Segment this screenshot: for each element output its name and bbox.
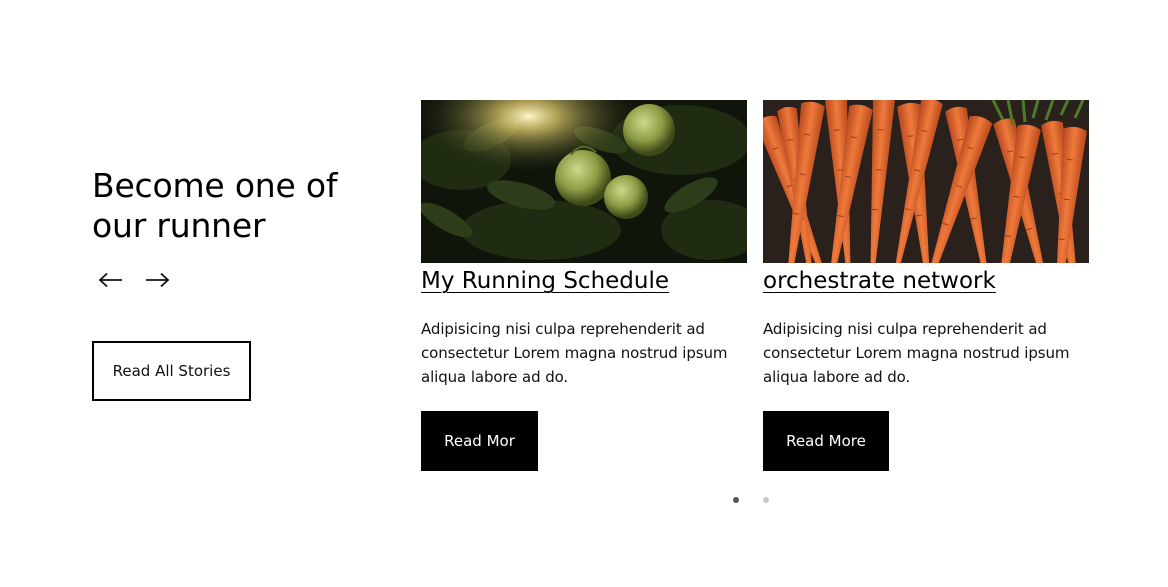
card-excerpt: Adipisicing nisi culpa reprehenderit ad … bbox=[421, 320, 728, 386]
card-image-apples[interactable] bbox=[421, 100, 747, 263]
intro-heading-block: Become one of our runner bbox=[92, 166, 392, 246]
arrow-right-icon bbox=[146, 272, 170, 288]
heading-line-1: Become one of bbox=[92, 166, 338, 205]
pagination-dot-2[interactable] bbox=[763, 497, 769, 503]
read-more-button[interactable]: Read Mor bbox=[421, 411, 538, 471]
card-title[interactable]: My Running Schedule bbox=[421, 265, 747, 297]
card-image-carrots[interactable] bbox=[763, 100, 1089, 263]
next-slide-button[interactable] bbox=[138, 262, 176, 298]
card-excerpt: Adipisicing nisi culpa reprehenderit ad … bbox=[763, 320, 1070, 386]
prev-slide-button[interactable] bbox=[92, 262, 130, 298]
card-title[interactable]: orchestrate network bbox=[763, 265, 1089, 297]
carousel-arrows bbox=[92, 262, 176, 298]
read-all-stories-button[interactable]: Read All Stories bbox=[92, 341, 251, 401]
section-heading: Become one of our runner bbox=[92, 166, 392, 246]
arrow-left-icon bbox=[98, 272, 122, 288]
pagination-dot-1[interactable] bbox=[733, 497, 739, 503]
read-more-button[interactable]: Read More bbox=[763, 411, 889, 471]
heading-line-2: our runner bbox=[92, 206, 266, 245]
story-card: orchestrate network Adipisicing nisi cul… bbox=[763, 100, 1089, 471]
carousel-pagination bbox=[733, 497, 769, 503]
story-card: My Running Schedule Adipisicing nisi cul… bbox=[421, 100, 747, 471]
